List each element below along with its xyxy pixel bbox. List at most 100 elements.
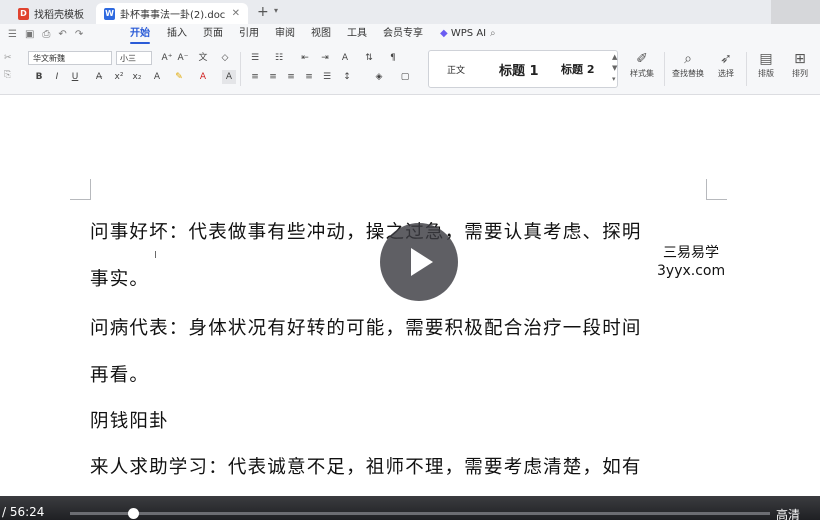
tab-document[interactable]: W 卦杯事事法一卦(2).doc ✕ (96, 3, 248, 24)
style-heading-2[interactable]: 标题 2 (561, 61, 594, 77)
ai-icon: ◆ (440, 28, 448, 39)
gallery-scroll[interactable]: ▲ ▼ ▾ (612, 52, 617, 85)
underline-icon[interactable]: U (68, 70, 82, 84)
italic-icon[interactable]: I (50, 70, 64, 84)
print-icon[interactable]: ⎙ (42, 29, 50, 40)
doc-line[interactable]: 来人求助学习：代表诚意不足，祖师不理，需要考虑清楚，如有 (90, 453, 642, 479)
bold-icon[interactable]: B (32, 70, 46, 84)
bullet-list-icon[interactable]: ☰ (248, 51, 262, 65)
increase-indent-icon[interactable]: ⇥ (318, 51, 332, 65)
arrange-button[interactable]: ⊞ 排列 (780, 50, 820, 79)
video-control-bar: / 56:24 高清 (0, 496, 820, 523)
style-normal[interactable]: 正文 (447, 63, 465, 76)
style-set-button[interactable]: ✐ 样式集 (622, 50, 662, 79)
ribbon: ✂ ⎘ 华文新魏 小三 A⁺ A⁻ 文 ◇ B I U A̶ x² x₂ A ✎… (0, 44, 820, 95)
doc-line[interactable]: 阴钱阳卦 (90, 407, 169, 433)
search-icon: ⌕ (684, 51, 692, 67)
char-shading-icon[interactable]: A (222, 70, 236, 84)
watermark-name: 三易易学 (663, 245, 719, 261)
sort-icon[interactable]: ⇅ (362, 51, 376, 65)
layout-label: 排版 (758, 69, 774, 78)
divider (664, 52, 665, 86)
find-replace-button[interactable]: ⌕ 查找替换 (668, 50, 708, 79)
font-size-select[interactable]: 小三 (116, 51, 152, 65)
menu-view[interactable]: 视图 (311, 26, 331, 42)
clear-format-icon[interactable]: ◇ (218, 51, 232, 65)
style-set-label: 样式集 (630, 69, 654, 78)
tab-label: 找稻壳模板 (34, 10, 84, 21)
copy-icon[interactable]: ⎘ (4, 67, 12, 84)
new-tab-icon[interactable]: + (257, 4, 269, 20)
clipboard-group: ✂ ⎘ (4, 50, 12, 84)
doc-line[interactable]: 问事好坏：代表做事有些冲动，操之过急，需要认真考虑、探明 (90, 218, 642, 244)
font-family-select[interactable]: 华文新魏 (28, 51, 112, 65)
wps-ai-label: WPS AI (450, 28, 487, 39)
align-left-icon[interactable]: ≡ (248, 70, 262, 84)
word-doc-icon: W (104, 7, 115, 20)
line-spacing-icon[interactable]: ↕ (340, 70, 354, 84)
strikethrough-icon[interactable]: A̶ (92, 70, 106, 84)
menu-home[interactable]: 开始 (130, 26, 150, 44)
quality-button[interactable]: 高清 (776, 506, 800, 523)
menu-row: ☰ ▣ ⎙ ↶ ↷ 开始 插入 页面 引用 审阅 视图 工具 会员专享 ◆ WP… (0, 24, 820, 44)
cursor-icon: ➶ (720, 51, 732, 67)
distributed-icon[interactable]: ☰ (320, 70, 334, 84)
select-label: 选择 (718, 69, 734, 78)
font-grow-icon[interactable]: A⁺ (160, 51, 174, 65)
video-duration: / 56:24 (2, 505, 45, 519)
numbered-list-icon[interactable]: ☷ (272, 51, 286, 65)
undo-icon[interactable]: ↶ (58, 29, 66, 40)
arrange-icon: ⊞ (794, 51, 806, 67)
menu-page[interactable]: 页面 (203, 26, 223, 42)
select-button[interactable]: ➶ 选择 (706, 50, 746, 79)
subscript-icon[interactable]: x₂ (130, 70, 144, 84)
align-right-icon[interactable]: ≡ (284, 70, 298, 84)
page-margin-mark (706, 179, 727, 200)
doc-line[interactable]: 问病代表：身体状况有好转的可能，需要积极配合治疗一段时间 (90, 314, 642, 340)
phonetic-icon[interactable]: 文 (196, 51, 210, 65)
play-icon[interactable] (380, 223, 458, 301)
shading-icon[interactable]: ◈ (372, 70, 386, 84)
text-effect-icon[interactable]: A (150, 70, 164, 84)
menu-member[interactable]: 会员专享 (383, 26, 423, 42)
home-icon[interactable]: ☰ (8, 29, 17, 40)
show-marks-icon[interactable]: ¶ (386, 51, 400, 65)
watermark-url: 3yyx.com (657, 263, 726, 279)
border-icon[interactable]: ▢ (398, 70, 412, 84)
menu-review[interactable]: 审阅 (275, 26, 295, 42)
style-heading-1[interactable]: 标题 1 (499, 60, 539, 79)
tab-bar: D 找稻壳模板 W 卦杯事事法一卦(2).doc ✕ + ▾ (0, 0, 820, 25)
video-progress-track[interactable] (70, 512, 770, 515)
highlight-icon[interactable]: ✎ (172, 70, 186, 84)
divider (240, 52, 241, 86)
style-gallery: 正文 标题 1 标题 2 (428, 50, 618, 88)
menu-tools[interactable]: 工具 (347, 26, 367, 42)
menu-wps-ai[interactable]: ◆ WPS AI (440, 26, 486, 42)
tab-template[interactable]: D 找稻壳模板 (10, 3, 95, 24)
close-icon[interactable]: ✕ (232, 8, 240, 19)
decrease-indent-icon[interactable]: ⇤ (298, 51, 312, 65)
video-progress-knob[interactable] (128, 508, 139, 519)
tab-label: 卦杯事事法一卦(2).doc (120, 10, 226, 21)
doc-line[interactable]: 再看。 (90, 361, 149, 387)
superscript-icon[interactable]: x² (112, 70, 126, 84)
arrange-label: 排列 (792, 69, 808, 78)
brush-icon: ✐ (636, 51, 648, 67)
save-icon[interactable]: ▣ (25, 29, 34, 40)
find-replace-label: 查找替换 (672, 69, 704, 78)
chinese-layout-icon[interactable]: A (338, 51, 352, 65)
search-icon[interactable]: ⌕ (490, 26, 496, 42)
menu-reference[interactable]: 引用 (239, 26, 259, 42)
align-center-icon[interactable]: ≡ (266, 70, 280, 84)
docer-icon: D (18, 7, 29, 20)
font-color-icon[interactable]: A (196, 70, 210, 84)
font-shrink-icon[interactable]: A⁻ (176, 51, 190, 65)
page-margin-mark (70, 179, 91, 200)
doc-line[interactable]: 事实。 (90, 265, 149, 291)
redo-icon[interactable]: ↷ (75, 29, 83, 40)
chevron-down-icon[interactable]: ▾ (274, 6, 278, 15)
cut-icon[interactable]: ✂ (4, 50, 12, 67)
justify-icon[interactable]: ≡ (302, 70, 316, 84)
menu-insert[interactable]: 插入 (167, 26, 187, 42)
text-cursor-icon: I (154, 250, 157, 261)
